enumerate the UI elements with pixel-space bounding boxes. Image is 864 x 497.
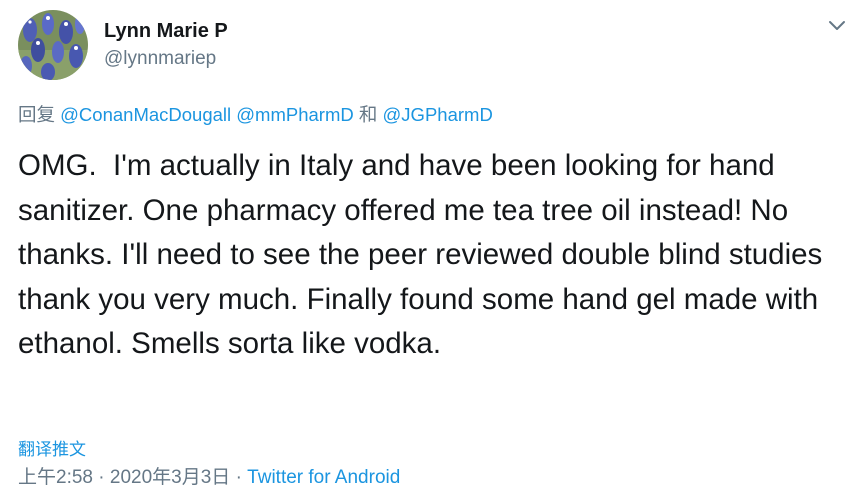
reply-conjunction: 和 xyxy=(358,104,378,125)
meta-separator: · xyxy=(235,467,242,488)
tweet-metadata: 上午2:58 · 2020年3月3日 · Twitter for Android xyxy=(18,462,400,489)
author-handle[interactable]: @lynnmariep xyxy=(104,48,216,70)
chevron-down-icon[interactable] xyxy=(826,14,848,36)
author-display-name[interactable]: Lynn Marie P xyxy=(104,20,228,43)
mention-link[interactable]: @ConanMacDougall xyxy=(60,104,231,125)
tweet-card: Lynn Marie P @lynnmariep 回复 @ConanMacDou… xyxy=(0,0,864,497)
mention-link[interactable]: @mmPharmD xyxy=(236,104,353,125)
reply-prefix: 回复 xyxy=(18,104,56,125)
tweet-date[interactable]: 2020年3月3日 xyxy=(110,467,230,488)
translate-tweet-link[interactable]: 翻译推文 xyxy=(18,435,86,460)
tweet-time[interactable]: 上午2:58 xyxy=(18,467,93,488)
meta-separator: · xyxy=(98,467,105,488)
bluebonnet-flowers-avatar-icon xyxy=(18,10,88,80)
mention-link[interactable]: @JGPharmD xyxy=(383,104,493,125)
tweet-text: OMG. I'm actually in Italy and have been… xyxy=(18,149,831,360)
tweet-source-link[interactable]: Twitter for Android xyxy=(247,467,400,488)
avatar[interactable] xyxy=(18,10,88,80)
reply-context: 回复 @ConanMacDougall @mmPharmD 和 @JGPharm… xyxy=(18,101,493,127)
